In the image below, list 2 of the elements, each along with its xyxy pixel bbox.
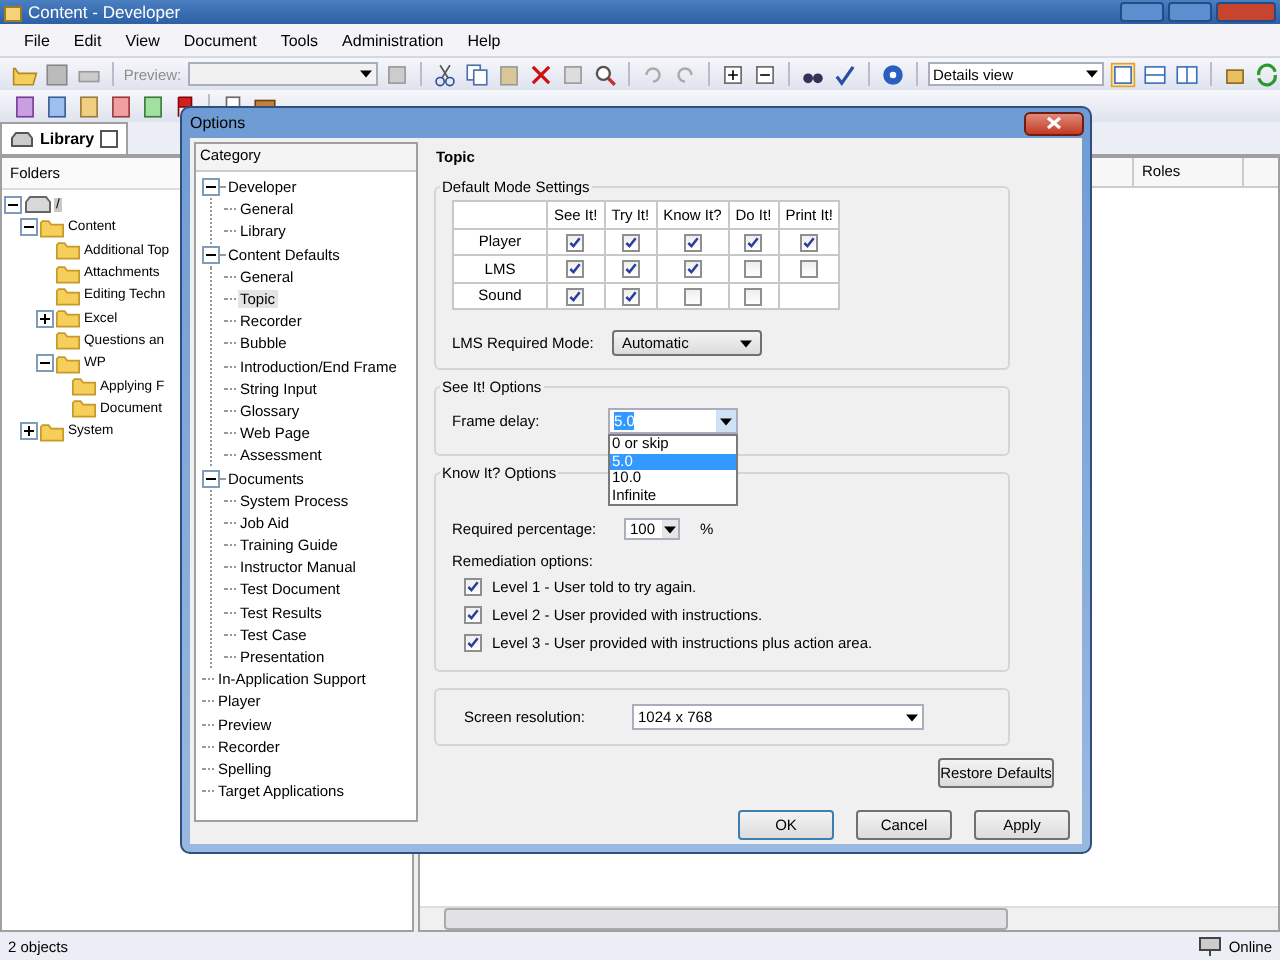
dialog-title: Options — [190, 114, 246, 132]
window-title: Content - Developer — [28, 2, 181, 22]
